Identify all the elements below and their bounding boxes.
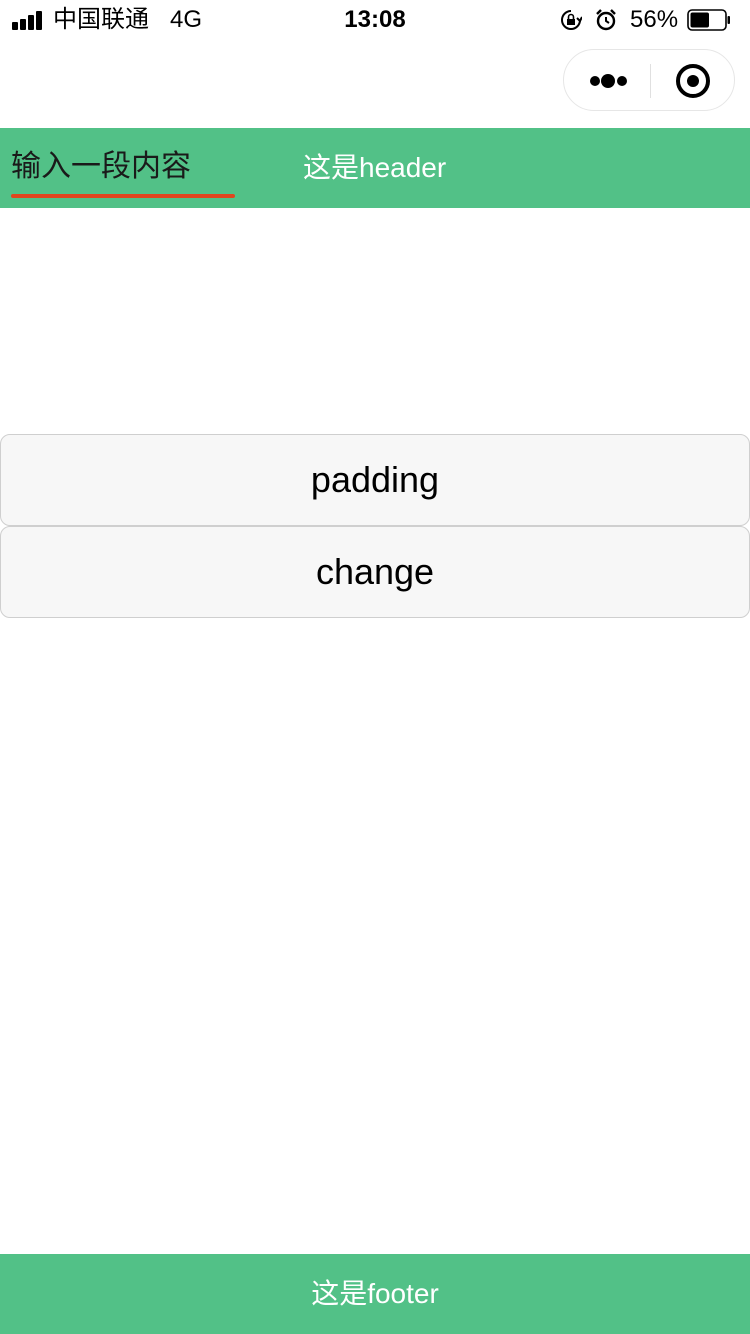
content-input[interactable] [11, 146, 235, 186]
close-miniprogram-button[interactable] [651, 50, 735, 110]
close-target-icon [676, 64, 710, 98]
battery-percent: 56% [630, 6, 679, 33]
capsule-menu [563, 49, 735, 111]
orientation-lock-icon [561, 10, 582, 30]
navigation-bar [0, 40, 750, 128]
battery-icon [687, 9, 730, 31]
more-dots-icon [590, 74, 627, 88]
alarm-icon [596, 9, 616, 31]
more-button[interactable] [564, 50, 650, 110]
status-bar: 中国联通 4G 13:08 56% [0, 0, 750, 40]
padding-button[interactable]: padding [0, 434, 750, 526]
change-button[interactable]: change [0, 526, 750, 618]
page-footer: 这是footer [0, 1254, 750, 1334]
footer-text: 这是footer [311, 1278, 439, 1309]
header-title: 这是header [303, 152, 447, 183]
input-underline [11, 194, 235, 198]
